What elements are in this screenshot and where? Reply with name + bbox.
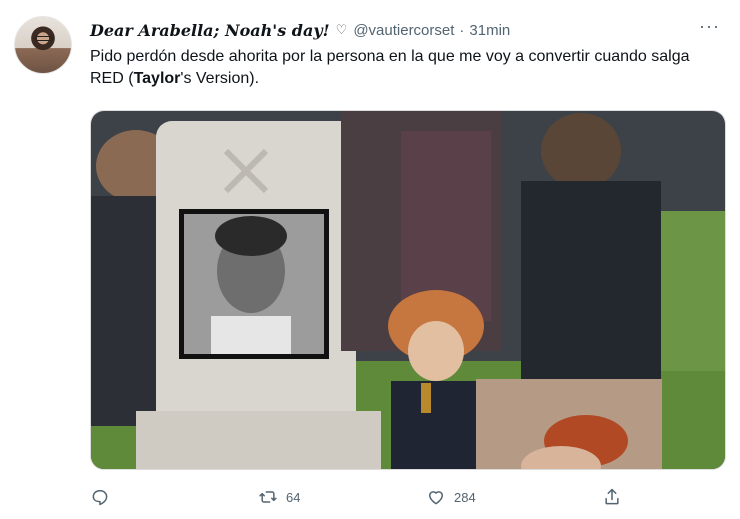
user-handle[interactable]: @vautiercorset xyxy=(353,22,454,39)
heart-outline-icon: ♡ xyxy=(335,22,348,37)
retweet-icon xyxy=(259,491,277,503)
tweet-header: Dear Arabella; Noah's day! ♡ @vautiercor… xyxy=(90,16,720,42)
separator-dot: · xyxy=(459,21,465,39)
meme-illustration xyxy=(91,111,725,469)
share-button[interactable] xyxy=(602,482,630,512)
display-name[interactable]: Dear Arabella; Noah's day! xyxy=(90,21,330,40)
avatar[interactable] xyxy=(14,16,72,74)
like-button[interactable]: 284 xyxy=(426,482,476,512)
tweet-text: Pido perdón desde ahorita por la persona… xyxy=(90,46,710,90)
avatar-glasses xyxy=(35,36,53,41)
heart-icon xyxy=(429,491,443,505)
reply-button[interactable] xyxy=(90,482,118,512)
like-count: 284 xyxy=(454,489,476,505)
tweet-timestamp[interactable]: 31min xyxy=(469,22,510,39)
tweet-media-image[interactable] xyxy=(90,110,726,470)
reply-icon xyxy=(92,490,108,506)
tweet-text-bold: Taylor xyxy=(133,70,181,87)
tweet-actions: 64 284 xyxy=(90,482,650,512)
more-options-button[interactable]: ··· xyxy=(699,16,720,37)
tweet-text-part: 's Version). xyxy=(180,70,260,87)
retweet-count: 64 xyxy=(286,489,301,505)
retweet-button[interactable]: 64 xyxy=(258,482,300,512)
share-icon xyxy=(605,488,619,505)
